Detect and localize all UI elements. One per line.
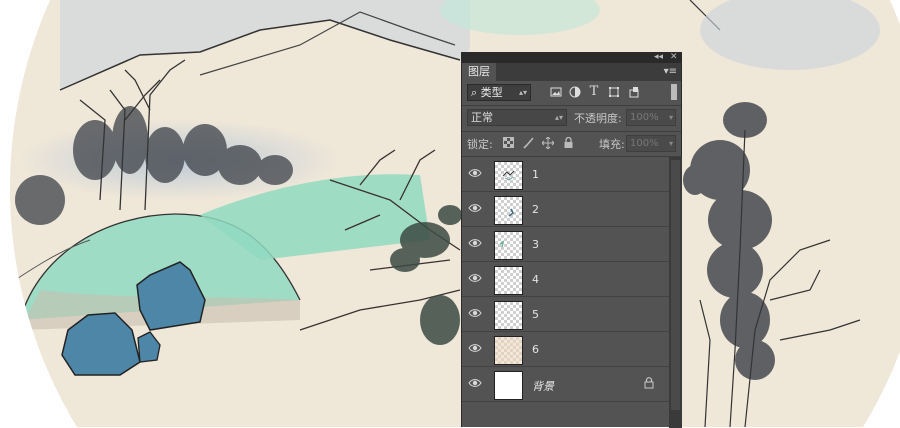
- collapse-panel-button[interactable]: ◂◂: [654, 51, 663, 63]
- eye-icon[interactable]: [468, 307, 482, 319]
- shape-filter-icon[interactable]: [608, 86, 620, 98]
- layer-name[interactable]: 6: [532, 343, 539, 356]
- adjustment-filter-icon[interactable]: [569, 86, 581, 98]
- filter-kind-select[interactable]: ⌕ 类型 ▴▾: [467, 84, 531, 101]
- layer-filter-row: ⌕ 类型 ▴▾ T: [462, 81, 681, 105]
- divider: [462, 105, 681, 106]
- eye-icon[interactable]: [468, 237, 482, 249]
- layer-row[interactable]: 2: [462, 192, 669, 227]
- layer-row-background[interactable]: 背景: [462, 367, 669, 402]
- panel-menu-icon[interactable]: ▾≡: [664, 66, 677, 77]
- layer-row[interactable]: 3: [462, 227, 669, 262]
- opacity-label: 不透明度:: [574, 112, 622, 125]
- blend-mode-value: 正常: [471, 111, 493, 124]
- chevron-down-icon: ▾: [668, 113, 673, 122]
- close-panel-button[interactable]: ✕: [670, 51, 678, 63]
- chevron-updown-icon: ▴▾: [518, 88, 527, 97]
- layer-name[interactable]: 5: [532, 308, 539, 321]
- divider: [462, 131, 681, 132]
- lock-transparent-pixels-icon[interactable]: [502, 137, 514, 149]
- opacity-value: 100%: [630, 112, 659, 123]
- tab-layers[interactable]: 图层: [462, 63, 496, 81]
- lock-label: 锁定:: [467, 138, 493, 151]
- layer-thumbnail: [494, 301, 523, 330]
- eye-icon[interactable]: [468, 272, 482, 284]
- panel-tab-bar: 图层 ▾≡: [462, 63, 681, 81]
- fill-label: 填充:: [599, 138, 625, 151]
- layer-thumbnail: [494, 161, 523, 190]
- fill-value: 100%: [630, 138, 659, 149]
- layer-name[interactable]: 2: [532, 203, 539, 216]
- layer-thumbnail: [494, 196, 523, 225]
- layer-list-scrollbar[interactable]: [669, 157, 682, 428]
- smart-object-filter-icon[interactable]: [628, 86, 640, 98]
- landscape-painting: [0, 0, 900, 427]
- layer-thumbnail: [494, 231, 523, 260]
- image-filter-icon[interactable]: [550, 86, 562, 98]
- layer-row[interactable]: 4: [462, 262, 669, 297]
- scrollbar-thumb[interactable]: [671, 160, 680, 410]
- search-icon: ⌕: [471, 86, 478, 99]
- lock-image-pixels-icon[interactable]: [522, 137, 534, 149]
- layer-thumbnail: [494, 371, 523, 400]
- layer-name[interactable]: 3: [532, 238, 539, 251]
- layer-row[interactable]: 5: [462, 297, 669, 332]
- layer-row[interactable]: 1: [462, 157, 669, 192]
- blend-mode-select[interactable]: 正常 ▴▾: [467, 109, 567, 126]
- type-filter-icon[interactable]: T: [588, 85, 600, 98]
- lock-position-icon[interactable]: [541, 136, 555, 150]
- filter-kind-label: 类型: [480, 86, 503, 99]
- eye-icon[interactable]: [468, 377, 482, 389]
- chevron-down-icon: ▾: [668, 139, 673, 148]
- chevron-updown-icon: ▴▾: [554, 113, 563, 122]
- filter-toggle-switch[interactable]: [671, 84, 677, 100]
- eye-icon[interactable]: [468, 167, 482, 179]
- layer-name[interactable]: 背景: [532, 378, 554, 394]
- lock-all-icon[interactable]: [562, 136, 574, 149]
- lock-icon: [644, 377, 654, 389]
- opacity-field[interactable]: 100% ▾: [626, 109, 676, 126]
- layers-panel: ◂◂ ✕ 图层 ▾≡ ⌕ 类型 ▴▾ T 正常 ▴▾ 不透明度: 100% ▾ …: [461, 51, 682, 428]
- eye-icon[interactable]: [468, 202, 482, 214]
- layer-thumbnail: [494, 336, 523, 365]
- layer-list: 1 2 3 4 5 6 背景: [462, 157, 669, 402]
- layer-name[interactable]: 1: [532, 168, 539, 181]
- layer-row[interactable]: 6: [462, 332, 669, 367]
- eye-icon[interactable]: [468, 342, 482, 354]
- panel-titlebar[interactable]: ◂◂ ✕: [462, 51, 681, 63]
- layer-name[interactable]: 4: [532, 273, 539, 286]
- layer-thumbnail: [494, 266, 523, 295]
- fill-field[interactable]: 100% ▾: [626, 135, 676, 152]
